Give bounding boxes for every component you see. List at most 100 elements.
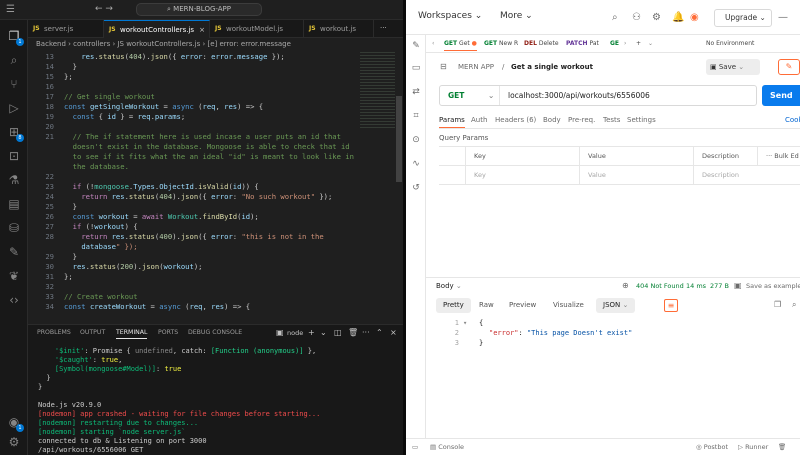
database-icon[interactable]: ⛁ — [6, 220, 22, 236]
docker-icon[interactable]: ▤ — [6, 196, 22, 212]
more-actions-icon[interactable]: ··· — [380, 24, 387, 32]
bulk-edit-button[interactable]: ··· Bulk Ed — [757, 147, 800, 166]
upgrade-button[interactable]: Upgrade ⌄ — [714, 9, 772, 27]
layout-icon[interactable]: ▭ — [412, 443, 418, 451]
cookies-link[interactable]: Cook — [785, 116, 800, 124]
code-line[interactable]: 17 // Get single workout — [28, 92, 403, 102]
code-line[interactable]: 14 } — [28, 62, 403, 72]
add-terminal-icon[interactable]: + — [308, 328, 315, 337]
source-control-icon[interactable]: ⑂ — [6, 76, 22, 92]
tab-visualize[interactable]: Visualize — [546, 298, 591, 313]
description-input[interactable]: Description — [693, 166, 800, 185]
code-line[interactable]: 34 const createWorkout = async (req, res)… — [28, 302, 403, 312]
response-body-select[interactable]: Body ⌄ — [436, 282, 462, 290]
save-as-example-button[interactable]: Save as example — [746, 282, 800, 290]
explorer-icon[interactable]: ❐ 1 — [6, 28, 24, 46]
code-line[interactable]: 13 res.status(404).json({ error: error.m… — [28, 52, 403, 62]
tab-problems[interactable]: PROBLEMS — [37, 329, 71, 336]
code-line[interactable]: 31}; — [28, 272, 403, 282]
tab-output[interactable]: OUTPUT — [80, 329, 105, 336]
collections-icon[interactable]: ▭ — [410, 63, 422, 75]
breadcrumb-collection[interactable]: MERN APP — [458, 63, 494, 71]
settings-gear-icon[interactable]: ⚙ — [652, 12, 661, 23]
environment-selector[interactable]: No Environment — [706, 40, 754, 47]
code-editor[interactable]: 13 res.status(404).json({ error: error.m… — [28, 50, 403, 324]
chevron-left-icon[interactable]: ‹ — [432, 40, 434, 47]
request-tab-delete[interactable]: DEL Delete — [524, 40, 559, 47]
editor-scrollbar[interactable] — [396, 50, 402, 324]
code-line[interactable]: 23 if (!mongoose.Types.ObjectId.isValid(… — [28, 182, 403, 192]
response-size[interactable]: 277 B — [710, 282, 729, 290]
tab-body[interactable]: Body — [543, 116, 561, 124]
run-debug-icon[interactable]: ▷ — [6, 100, 22, 116]
send-button[interactable]: Send — [762, 85, 800, 106]
tab-raw[interactable]: Raw — [472, 298, 501, 313]
code-line[interactable]: 25 } — [28, 202, 403, 212]
terminal-output[interactable]: '$init': Promise { undefined, catch: [Fu… — [28, 341, 403, 455]
tab-workout-controllers-js[interactable]: JS workoutControllers.js × — [104, 20, 210, 38]
save-button[interactable]: ▣ Save ⌄ — [706, 59, 760, 75]
search-icon[interactable]: ⌕ — [792, 300, 796, 310]
minimap[interactable] — [360, 50, 395, 130]
split-terminal-icon[interactable]: ◫ — [334, 328, 342, 337]
fold-icon[interactable]: ▾ — [463, 318, 467, 328]
request-tab-new[interactable]: GET New R — [484, 40, 518, 47]
request-tab-get-2[interactable]: GE — [610, 40, 619, 47]
edit-icon[interactable]: ✎ — [410, 41, 422, 53]
trash-icon[interactable]: 🗑 — [778, 443, 786, 451]
environments-icon[interactable]: ⌗ — [410, 111, 422, 123]
timeline-icon[interactable]: ✎ — [6, 244, 22, 260]
brackets-icon[interactable]: ‹› — [6, 292, 22, 308]
chevron-down-icon[interactable]: ⌄ — [320, 328, 327, 337]
code-line[interactable]: the database. — [28, 162, 403, 172]
editor-scroll-thumb[interactable] — [396, 96, 402, 182]
chevron-right-icon[interactable]: › — [624, 40, 626, 47]
copy-icon[interactable]: ❐ — [774, 300, 781, 309]
tab-ports[interactable]: PORTS — [158, 329, 178, 336]
code-line[interactable]: 20 — [28, 122, 403, 132]
runner-button[interactable]: ▷ Runner — [738, 443, 768, 451]
code-line[interactable]: 32 — [28, 282, 403, 292]
code-line[interactable]: 16 — [28, 82, 403, 92]
notification-bell-icon[interactable]: 🔔 — [672, 12, 684, 23]
minimize-icon[interactable]: — — [778, 12, 788, 23]
response-time[interactable]: 14 ms — [686, 282, 706, 290]
tab-pretty[interactable]: Pretty — [436, 298, 471, 313]
remote-icon[interactable]: ⊡ — [6, 148, 22, 164]
code-line[interactable]: 21 // The if statement here is used inca… — [28, 132, 403, 142]
command-search[interactable]: ⌕ MERN-BLOG-APP — [136, 3, 262, 16]
tab-terminal[interactable]: TERMINAL — [116, 329, 148, 339]
format-select[interactable]: JSON ⌄ — [596, 298, 636, 313]
tab-headers[interactable]: Headers (6) — [495, 116, 536, 124]
code-line[interactable]: 24 return res.status(404).json({ error: … — [28, 192, 403, 202]
code-line[interactable]: 28 return res.status(400).json({ error: … — [28, 232, 403, 242]
tab-params[interactable]: Params — [439, 116, 465, 128]
code-line[interactable]: 22 — [28, 172, 403, 182]
breadcrumb[interactable]: Backend › controllers › JS workoutContro… — [28, 38, 403, 50]
edit-icon[interactable]: ✎ — [778, 59, 800, 75]
mock-server-icon[interactable]: ⊙ — [410, 135, 422, 147]
tab-workout-js[interactable]: JS workout.js — [304, 20, 374, 38]
method-select[interactable]: GET ⌄ — [440, 86, 500, 105]
request-tab-get[interactable]: GET Get ● — [444, 40, 477, 51]
testing-icon[interactable]: ⚗ — [6, 172, 22, 188]
close-icon[interactable]: × — [390, 328, 397, 337]
code-line[interactable]: 26 const workout = await Workout.findByI… — [28, 212, 403, 222]
wrap-lines-icon[interactable]: ≡ — [664, 299, 678, 312]
value-input[interactable]: Value — [579, 166, 693, 185]
request-name[interactable]: Get a single workout — [511, 63, 593, 71]
nav-arrows-icon[interactable]: ← → — [95, 4, 113, 14]
search-icon[interactable]: ⌕ — [612, 12, 618, 23]
search-icon[interactable]: ⌕ — [6, 52, 22, 68]
code-line[interactable]: 15}; — [28, 72, 403, 82]
invite-user-icon[interactable]: ⚇ — [632, 12, 641, 23]
postbot-button[interactable]: ◎ Postbot — [696, 443, 728, 451]
code-line[interactable]: 29 } — [28, 252, 403, 262]
code-line[interactable]: to see if it fits what the an ideal "id"… — [28, 152, 403, 162]
status-badge[interactable]: 404 Not Found — [636, 282, 684, 290]
chevron-down-icon[interactable]: ⌄ — [648, 40, 653, 47]
code-line[interactable]: database" }); — [28, 242, 403, 252]
response-body[interactable]: 1 ▾{ 2 "error": "This page Doesn't exist" … — [439, 318, 800, 358]
avatar[interactable]: ◉ — [690, 12, 699, 23]
tab-preview[interactable]: Preview — [502, 298, 543, 313]
